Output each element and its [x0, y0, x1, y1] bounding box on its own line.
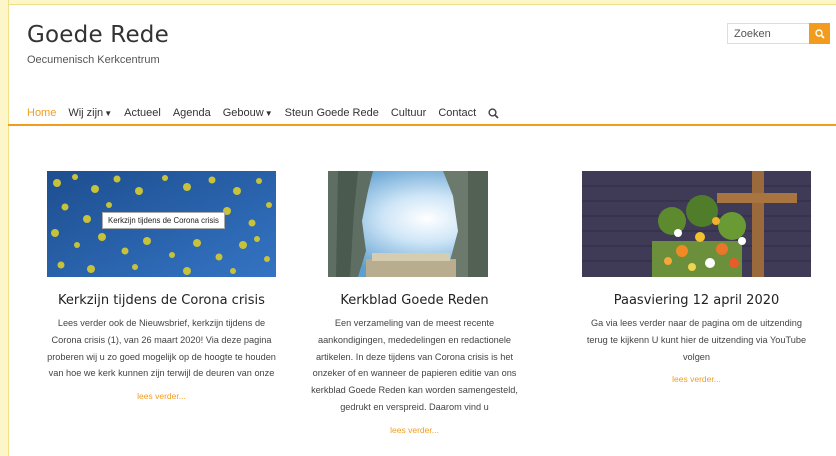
read-more-link[interactable]: lees verder...: [47, 391, 276, 401]
nav-item-label: Cultuur: [390, 107, 427, 119]
browser-frame-top: [0, 0, 836, 5]
search-input[interactable]: [728, 24, 816, 43]
post-excerpt: Een verzameling van de meest recente aan…: [311, 318, 518, 412]
site-tagline: Oecumenisch Kerkcentrum: [27, 54, 160, 66]
caret-down-icon: ▼: [264, 108, 273, 118]
nav-item-label: Actueel: [124, 107, 161, 119]
search-box: [727, 23, 830, 44]
read-more-link[interactable]: lees verder...: [300, 425, 529, 435]
post-image-tomb-light[interactable]: [328, 171, 488, 277]
post-image-coronavirus[interactable]: Kerkzijn tijdens de Corona crisis: [47, 171, 276, 277]
nav-item-label: Home: [27, 107, 57, 119]
nav-item-steun-goede-rede[interactable]: Steun Goede Rede: [285, 107, 379, 119]
nav-item-label: Steun Goede Rede: [284, 107, 379, 119]
nav-item-home[interactable]: Home: [27, 107, 56, 119]
post-excerpt: Ga via lees verder naar de pagina om de …: [586, 318, 807, 362]
post-title[interactable]: Paasviering 12 april 2020: [582, 293, 811, 308]
caret-down-icon: ▼: [104, 108, 113, 118]
image-tooltip: Kerkzijn tijdens de Corona crisis: [102, 212, 225, 229]
nav-item-cultuur[interactable]: Cultuur: [391, 107, 426, 119]
nav-item-label: Contact: [438, 107, 477, 119]
nav-item-agenda[interactable]: Agenda: [173, 107, 211, 119]
read-more-link[interactable]: lees verder...: [582, 374, 811, 384]
site-title[interactable]: Goede Rede: [27, 22, 169, 48]
nav-item-actueel[interactable]: Actueel: [124, 107, 161, 119]
post-excerpt: Lees verder ook de Nieuwsbrief, kerkzijn…: [47, 318, 276, 379]
post-title[interactable]: Kerkzijn tijdens de Corona crisis: [47, 293, 276, 308]
post-card: Kerkzijn tijdens de Corona crisis Kerkzi…: [47, 171, 276, 401]
nav-item-contact[interactable]: Contact: [438, 107, 476, 119]
search-icon: [814, 28, 825, 39]
nav-item-label: Gebouw: [222, 107, 264, 119]
post-card: Paasviering 12 april 2020 Ga via lees ve…: [582, 171, 811, 384]
post-card: Kerkblad Goede Reden Een verzameling van…: [300, 171, 529, 435]
search-icon: [488, 107, 499, 119]
main-nav: Home Wij zijn ▼ Actueel Agenda Gebouw ▼ St…: [27, 106, 511, 120]
post-image-easter-cross[interactable]: [582, 171, 811, 277]
nav-item-label: Agenda: [172, 107, 211, 119]
easter-cross-image: [582, 171, 811, 277]
nav-search-toggle[interactable]: [488, 107, 499, 119]
nav-item-gebouw[interactable]: Gebouw ▼: [223, 107, 273, 119]
search-button[interactable]: [809, 23, 830, 44]
nav-item-wij-zijn[interactable]: Wij zijn ▼: [68, 107, 112, 119]
browser-frame-left: [0, 0, 9, 456]
post-title[interactable]: Kerkblad Goede Reden: [300, 293, 529, 308]
nav-underline: [8, 124, 836, 126]
nav-item-label: Wij zijn: [68, 107, 104, 119]
tomb-light-image: [328, 171, 488, 277]
